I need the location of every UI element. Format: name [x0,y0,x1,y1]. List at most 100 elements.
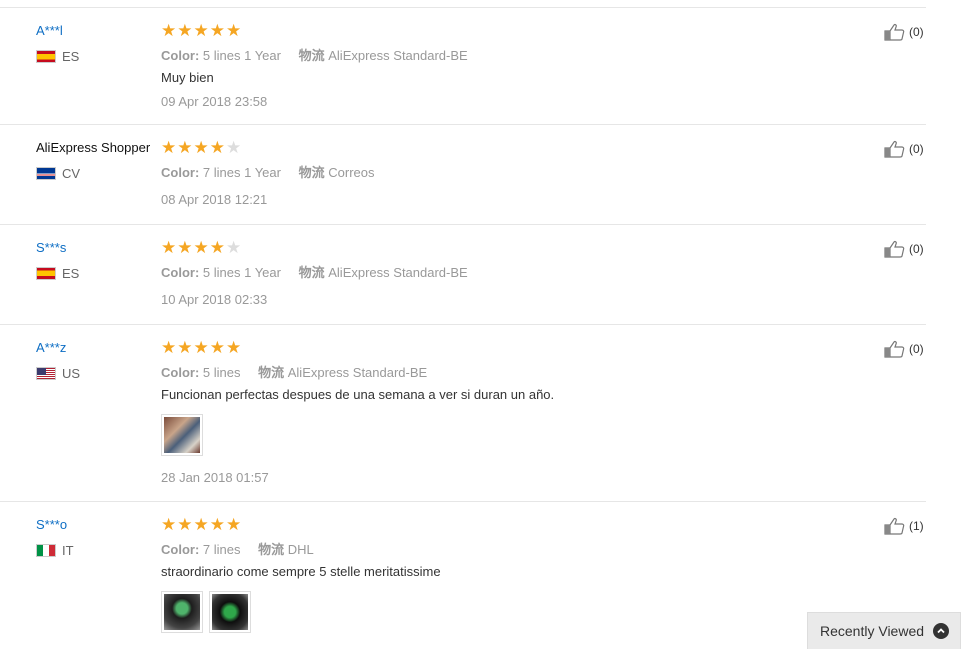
color-label: Color: [161,365,200,380]
flag-es-icon [36,267,56,280]
star-filled-icon: ★ [226,515,242,534]
star-filled-icon: ★ [193,138,209,157]
flag-cv-icon [36,167,56,180]
star-filled-icon: ★ [161,138,177,157]
shipping-value: AliExpress Standard-BE [287,365,428,380]
thumbs-up-icon [884,141,905,158]
star-filled-icon: ★ [193,21,209,40]
color-value: 5 lines 1 Year [202,48,281,63]
thumbs-up-icon [884,341,905,358]
shipping-label: 物流 [298,48,325,63]
review-photo-thumbnail[interactable] [161,414,203,456]
thumbs-up-icon [884,518,905,535]
star-filled-icon: ★ [177,138,193,157]
reviewer-name[interactable]: AliExpress Shopper [36,140,150,155]
helpful-count: (0) [909,142,924,156]
helpful-count: (0) [909,25,924,39]
reviewer-country: CV [36,166,80,181]
star-filled-icon: ★ [209,515,225,534]
color-value: 7 lines [202,542,241,557]
star-filled-icon: ★ [209,138,225,157]
recently-viewed-label: Recently Viewed [820,623,925,639]
review-photo-thumbnail[interactable] [209,591,251,633]
reviewer-name-link[interactable]: S***o [36,517,67,532]
star-filled-icon: ★ [161,21,177,40]
star-empty-icon: ★ [226,238,242,257]
review-item: S***s ES ★ ★ ★ ★ ★ Color: 5 lines 1 Year… [0,224,926,325]
star-filled-icon: ★ [177,21,193,40]
review-date: 09 Apr 2018 23:58 [161,94,268,109]
shipping-label: 物流 [298,265,325,280]
review-photo-thumbnail[interactable] [161,591,203,633]
thumbs-up-icon [884,24,905,41]
color-value: 7 lines 1 Year [202,165,281,180]
color-label: Color: [161,265,200,280]
review-item: A***l ES ★ ★ ★ ★ ★ Color: 5 lines 1 Year… [0,7,926,125]
star-filled-icon: ★ [177,338,193,357]
star-rating: ★ ★ ★ ★ ★ [161,139,241,156]
shipping-value: AliExpress Standard-BE [328,48,468,63]
review-item: A***z US ★ ★ ★ ★ ★ Color: 5 lines 物流 Ali… [0,324,926,502]
helpful-count: (0) [909,342,924,356]
thumbs-up-icon [884,241,905,258]
shipping-label: 物流 [258,542,285,557]
flag-es-icon [36,50,56,63]
helpful-button[interactable]: (0) [884,340,924,358]
star-rating: ★ ★ ★ ★ ★ [161,516,241,533]
color-label: Color: [161,542,200,557]
star-filled-icon: ★ [209,21,225,40]
star-filled-icon: ★ [161,338,177,357]
review-attributes: Color: 5 lines 1 Year 物流 AliExpress Stan… [161,45,468,64]
star-filled-icon: ★ [226,21,242,40]
review-attributes: Color: 7 lines 物流 DHL [161,539,314,558]
reviewer-country: ES [36,266,79,281]
review-date: 10 Apr 2018 02:33 [161,292,268,307]
review-attributes: Color: 5 lines 物流 AliExpress Standard-BE [161,362,427,381]
reviewer-name-link[interactable]: A***z [36,340,66,355]
helpful-button[interactable]: (0) [884,240,924,258]
country-code: CV [62,166,81,181]
flag-us-icon [36,367,56,380]
star-filled-icon: ★ [177,238,193,257]
review-text: Muy bien [161,70,214,85]
photo-image [212,594,248,630]
review-photos [161,591,251,633]
review-item: S***o IT ★ ★ ★ ★ ★ Color: 7 lines 物流 DHL… [0,501,926,649]
star-filled-icon: ★ [193,338,209,357]
review-item: AliExpress Shopper CV ★ ★ ★ ★ ★ Color: 7… [0,124,926,225]
star-rating: ★ ★ ★ ★ ★ [161,22,241,39]
shipping-label: 物流 [298,165,325,180]
star-empty-icon: ★ [226,138,242,157]
color-value: 5 lines 1 Year [202,265,281,280]
helpful-button[interactable]: (1) [884,517,924,535]
star-rating: ★ ★ ★ ★ ★ [161,339,241,356]
color-label: Color: [161,48,200,63]
photo-image [164,417,200,453]
recently-viewed-button[interactable]: Recently Viewed [807,612,961,649]
star-filled-icon: ★ [209,238,225,257]
helpful-button[interactable]: (0) [884,140,924,158]
country-code: IT [62,543,74,558]
reviewer-country: US [36,366,80,381]
star-filled-icon: ★ [193,515,209,534]
reviewer-name-link[interactable]: A***l [36,23,63,38]
star-filled-icon: ★ [226,338,242,357]
reviewer-country: IT [36,543,74,558]
reviewer-name-link[interactable]: S***s [36,240,66,255]
review-date: 28 Jan 2018 01:57 [161,470,269,485]
star-filled-icon: ★ [209,338,225,357]
review-attributes: Color: 7 lines 1 Year 物流 Correos [161,162,375,181]
shipping-value: AliExpress Standard-BE [328,265,468,280]
country-code: US [62,366,81,381]
color-label: Color: [161,165,200,180]
shipping-value: Correos [328,165,375,180]
review-text: straordinario come sempre 5 stelle merit… [161,564,441,579]
photo-image [164,594,200,630]
shipping-value: DHL [287,542,314,557]
review-date: 08 Apr 2018 12:21 [161,192,268,207]
helpful-button[interactable]: (0) [884,23,924,41]
review-attributes: Color: 5 lines 1 Year 物流 AliExpress Stan… [161,262,468,281]
chevron-up-icon [933,623,950,639]
review-text: Funcionan perfectas despues de una seman… [161,387,555,402]
helpful-count: (0) [909,242,924,256]
